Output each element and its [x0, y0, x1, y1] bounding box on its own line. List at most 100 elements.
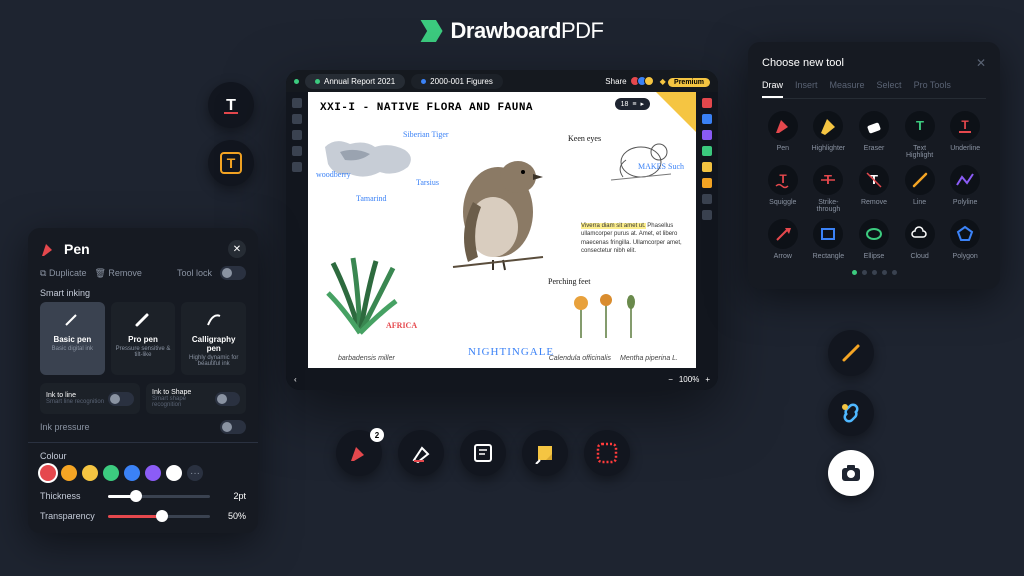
colour-swatch[interactable] — [40, 465, 56, 481]
svg-text:T: T — [779, 172, 787, 186]
pen-type-calligraphy[interactable]: Calligraphy pen Highly dynamic for beaut… — [181, 302, 246, 375]
note-quick-button[interactable] — [460, 430, 506, 476]
thickness-slider[interactable] — [108, 495, 210, 498]
rail-icon[interactable] — [292, 114, 302, 124]
tool-category-tabs: Draw Insert Measure Select Pro Tools — [762, 80, 986, 99]
tab-label: 2000-001 Figures — [430, 77, 493, 86]
svg-text:T: T — [227, 155, 236, 171]
tool-pen[interactable]: Pen — [762, 111, 804, 159]
zoom-in-button[interactable]: + — [705, 375, 710, 384]
doc-tab-1[interactable]: Annual Report 2021 — [305, 74, 405, 89]
pager-dot[interactable] — [852, 270, 857, 275]
page-indicator[interactable]: 18≡▸ — [615, 98, 650, 110]
tool-strike-through[interactable]: TStrike-through — [808, 165, 850, 213]
tool-ellipse[interactable]: Ellipse — [853, 219, 895, 260]
tab-draw[interactable]: Draw — [762, 80, 783, 98]
tool-eraser[interactable]: Eraser — [853, 111, 895, 159]
app-home-icon[interactable] — [294, 79, 299, 84]
tool-lock-toggle[interactable] — [220, 266, 246, 280]
annotation: Keen eyes — [568, 134, 601, 143]
document-tablet: Annual Report 2021 2000-001 Figures Shar… — [286, 70, 718, 390]
pager-dot[interactable] — [872, 270, 877, 275]
rail-tool-icon[interactable] — [702, 210, 712, 220]
tool-pager — [762, 270, 986, 275]
svg-text:T: T — [962, 118, 970, 132]
pager-dot[interactable] — [892, 270, 897, 275]
share-button[interactable]: Share — [605, 77, 626, 86]
pen-type-pro[interactable]: Pro pen Pressure sensitive & tilt-like — [111, 302, 176, 375]
colour-swatch[interactable] — [145, 465, 161, 481]
sticky-quick-button[interactable] — [522, 430, 568, 476]
pen-type-basic[interactable]: Basic pen Basic digital ink — [40, 302, 105, 375]
ink-shape-toggle[interactable] — [215, 392, 240, 406]
tool-polyline[interactable]: Polyline — [944, 165, 986, 213]
text-box-button[interactable]: T — [208, 140, 254, 186]
tool-highlighter[interactable]: Highlighter — [808, 111, 850, 159]
line-tool-button[interactable] — [828, 330, 874, 376]
link-tool-button[interactable] — [828, 390, 874, 436]
tab-insert[interactable]: Insert — [795, 80, 818, 98]
ink-to-line-option[interactable]: Ink to lineSmart line recognition — [40, 383, 140, 414]
flowers-illustration — [561, 288, 651, 338]
annotation: Perching feet — [548, 277, 590, 286]
zoom-out-button[interactable]: − — [668, 375, 673, 384]
doc-tab-2[interactable]: 2000-001 Figures — [411, 74, 503, 89]
add-colour-button[interactable]: ··· — [187, 465, 203, 481]
left-toolbar — [286, 92, 308, 368]
rail-tool-icon[interactable] — [702, 194, 712, 204]
pen-quick-button[interactable]: 2 — [336, 430, 382, 476]
tool-polygon[interactable]: Polygon — [944, 219, 986, 260]
rail-tool-icon[interactable] — [702, 146, 712, 156]
ink-line-toggle[interactable] — [108, 392, 134, 406]
rail-icon[interactable] — [292, 146, 302, 156]
tool-remove[interactable]: TRemove — [853, 165, 895, 213]
zoom-level: 100% — [679, 375, 699, 384]
tab-measure[interactable]: Measure — [830, 80, 865, 98]
colour-swatch[interactable] — [61, 465, 77, 481]
colour-swatch[interactable] — [166, 465, 182, 481]
tool-rectangle[interactable]: Rectangle — [808, 219, 850, 260]
stamp-quick-button[interactable] — [584, 430, 630, 476]
colour-label: Colour — [40, 451, 246, 461]
remove-button[interactable]: 🗑 Remove — [94, 268, 141, 279]
rail-icon[interactable] — [292, 162, 302, 172]
prev-page-button[interactable]: ‹ — [294, 375, 297, 384]
document-canvas[interactable]: 18≡▸ XXI-I - NATIVE FLORA AND FAUNA — [308, 92, 696, 368]
premium-badge[interactable]: ◆ Premium — [660, 77, 710, 86]
rail-tool-icon[interactable] — [702, 162, 712, 172]
rail-icon[interactable] — [292, 130, 302, 140]
collaborator-avatars[interactable] — [633, 76, 654, 86]
colour-swatch[interactable] — [124, 465, 140, 481]
transparency-slider[interactable] — [108, 515, 210, 518]
rail-tool-icon[interactable] — [702, 98, 712, 108]
pager-dot[interactable] — [862, 270, 867, 275]
pen-type-selector: Basic pen Basic digital ink Pro pen Pres… — [40, 302, 246, 375]
colour-swatch[interactable] — [103, 465, 119, 481]
tab-protools[interactable]: Pro Tools — [914, 80, 951, 98]
tool-arrow[interactable]: Arrow — [762, 219, 804, 260]
annotation: MAKES Such — [638, 162, 684, 171]
rail-icon[interactable] — [292, 98, 302, 108]
close-button[interactable]: ✕ — [228, 240, 246, 258]
smart-inking-label: Smart inking — [40, 288, 246, 298]
highlighter-quick-button[interactable] — [398, 430, 444, 476]
rail-tool-icon[interactable] — [702, 114, 712, 124]
tool-text-highlight[interactable]: TText Highlight — [899, 111, 941, 159]
camera-tool-button[interactable] — [828, 450, 874, 496]
close-button[interactable]: ✕ — [976, 56, 986, 70]
rail-tool-icon[interactable] — [702, 130, 712, 140]
colour-swatch[interactable] — [82, 465, 98, 481]
ink-to-shape-option[interactable]: Ink to ShapeSmart shape recognition — [146, 383, 246, 414]
rail-tool-icon[interactable] — [702, 178, 712, 188]
status-bar: ‹ − 100% + — [286, 368, 718, 390]
tab-select[interactable]: Select — [877, 80, 902, 98]
thickness-label: Thickness — [40, 491, 100, 501]
tool-squiggle[interactable]: TSquiggle — [762, 165, 804, 213]
tool-underline[interactable]: TUnderline — [944, 111, 986, 159]
tool-cloud[interactable]: Cloud — [899, 219, 941, 260]
ink-pressure-toggle[interactable] — [220, 420, 246, 434]
text-tool-button[interactable]: T — [208, 82, 254, 128]
duplicate-button[interactable]: ⧉ Duplicate — [40, 268, 86, 279]
tool-line[interactable]: Line — [899, 165, 941, 213]
pager-dot[interactable] — [882, 270, 887, 275]
